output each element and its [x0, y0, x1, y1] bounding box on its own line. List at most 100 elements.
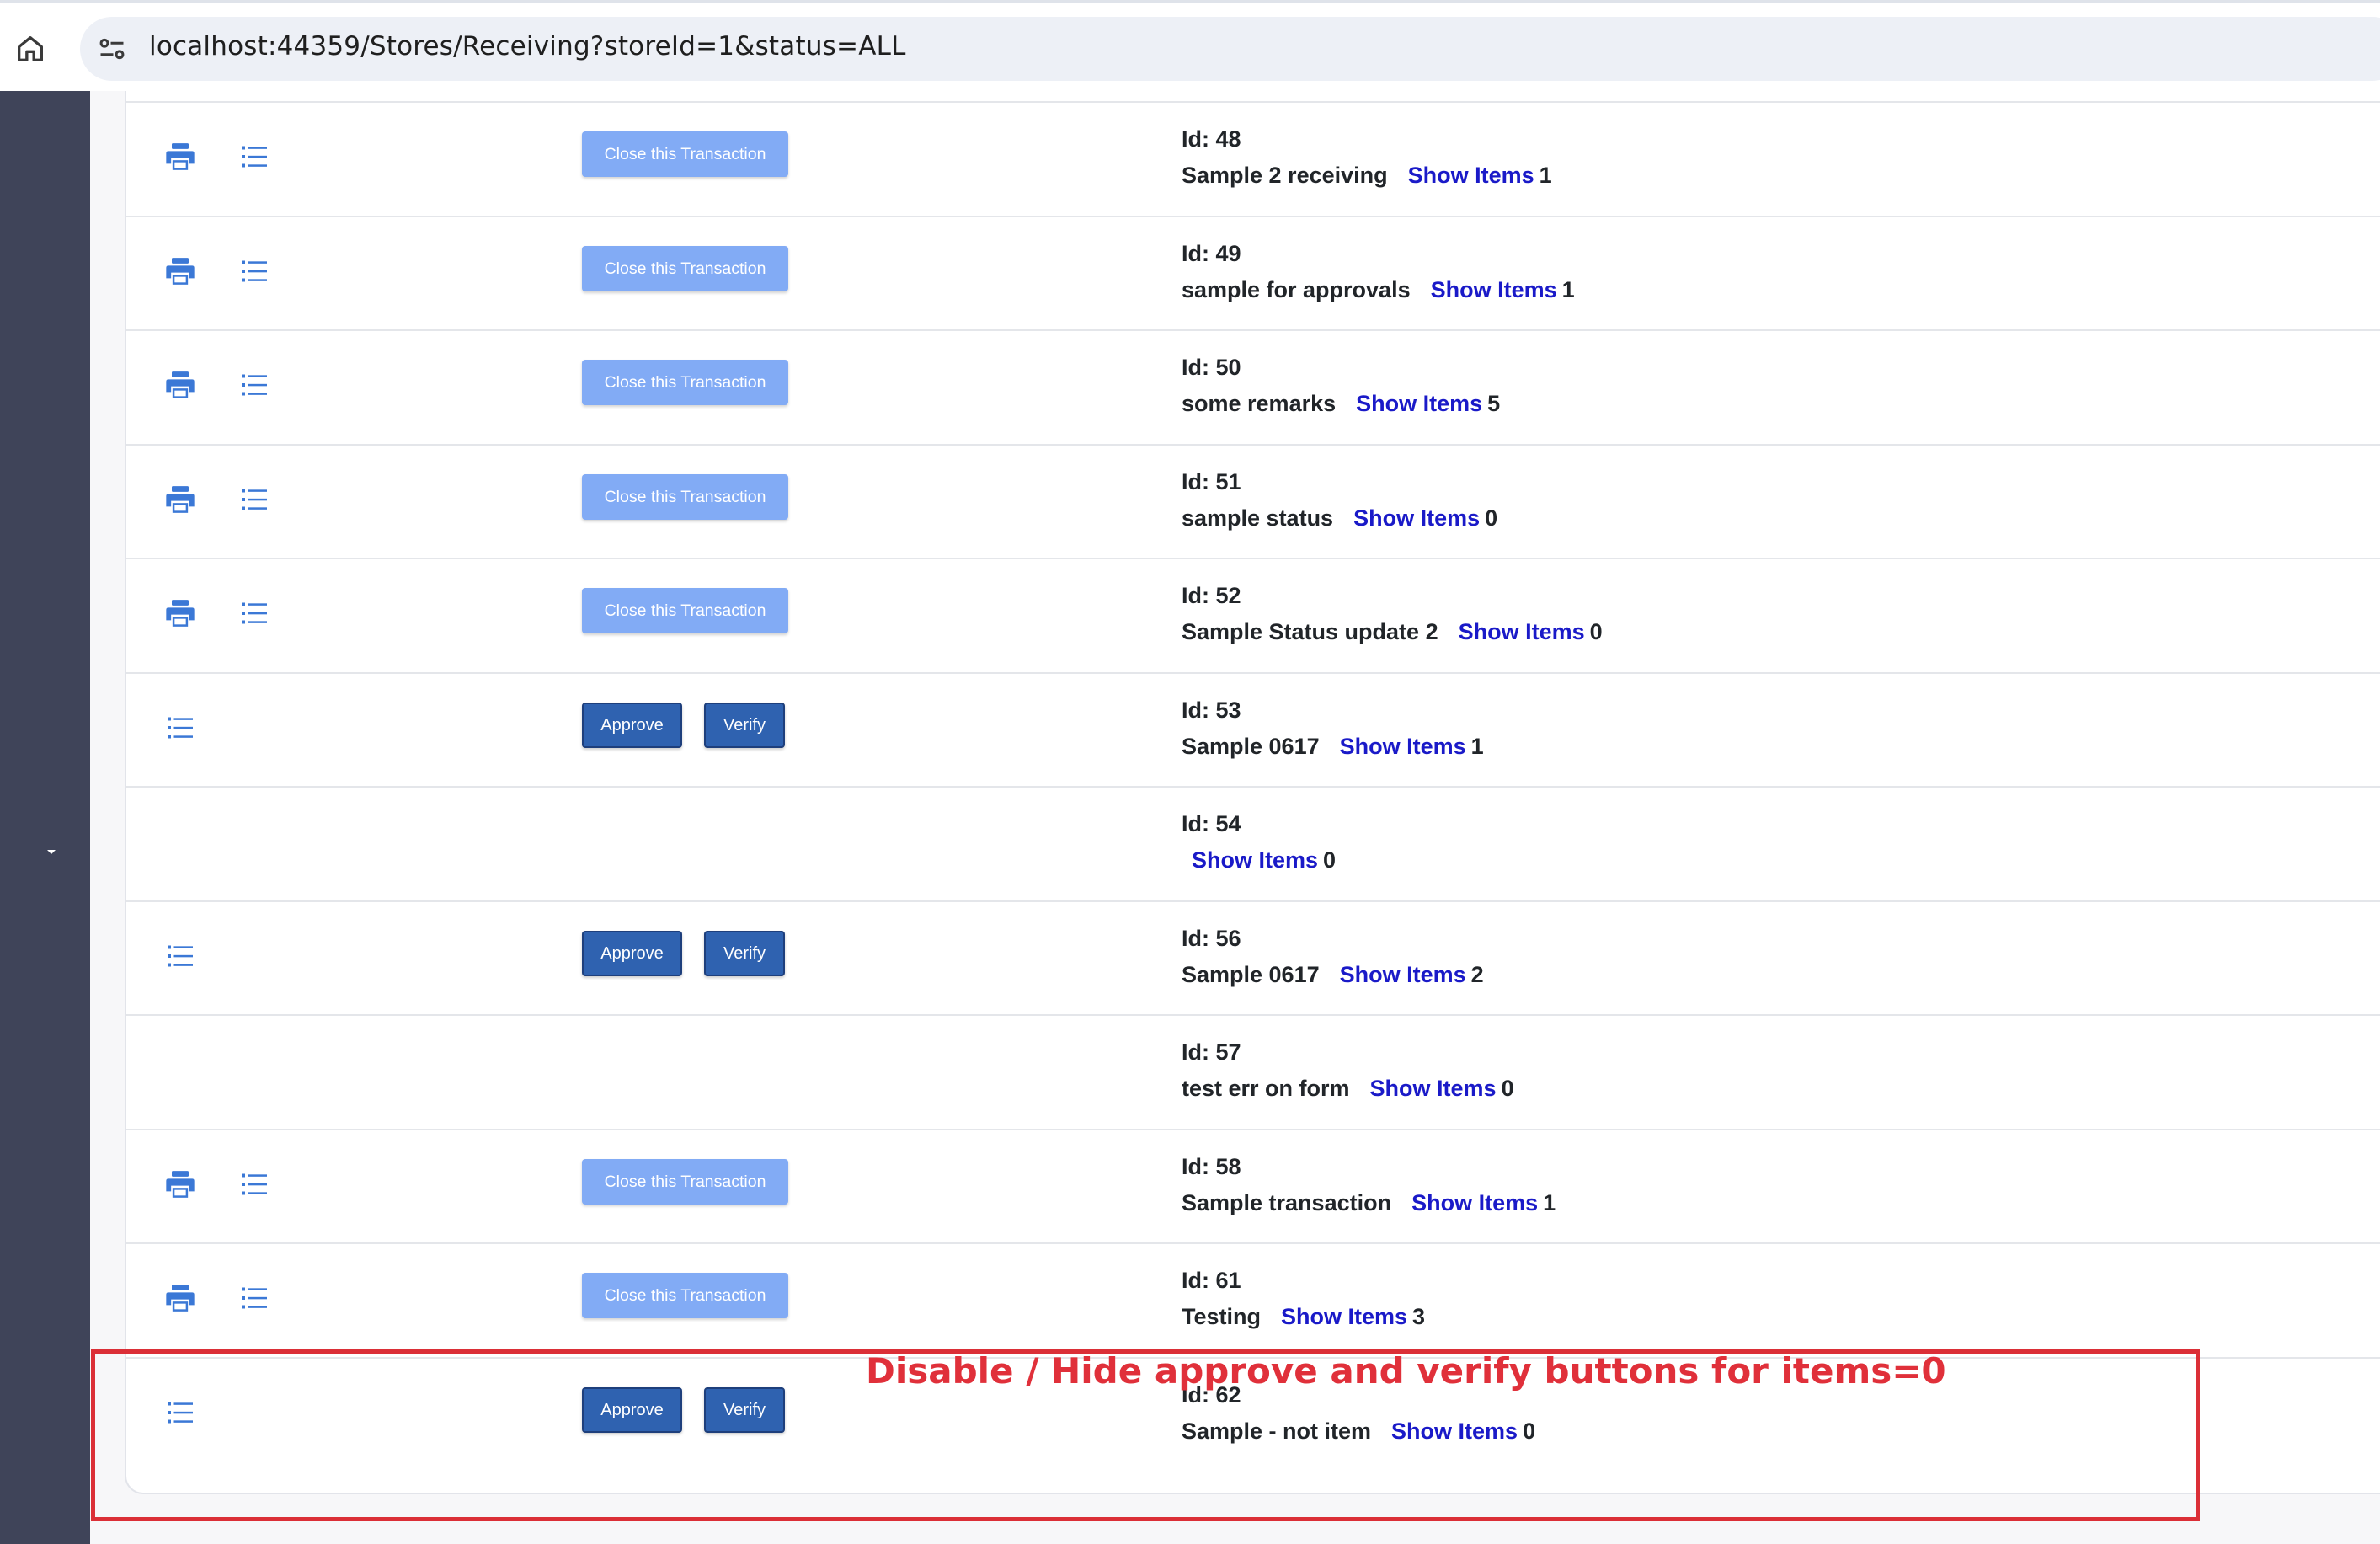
- show-items-link[interactable]: Show Items: [1459, 619, 1585, 644]
- transaction-details: Sample 2 receiving Show Items 1: [1182, 161, 1552, 190]
- transaction-info: Id: 53 Sample 0617 Show Items 1: [1182, 696, 1484, 761]
- id-value: 50: [1215, 355, 1241, 380]
- transaction-id: Id: 52: [1182, 581, 1603, 610]
- transaction-remarks: sample for approvals: [1182, 277, 1411, 302]
- transaction-remarks: test err on form: [1182, 1076, 1350, 1101]
- transaction-row: Approve Verify Id: 56 Sample 0617 Show Items…: [126, 900, 2380, 1014]
- item-count: 1: [1561, 277, 1575, 302]
- transaction-details: Sample Status update 2 Show Items 0: [1182, 617, 1603, 646]
- close-transaction-button[interactable]: Close this Transaction: [582, 588, 788, 633]
- id-value: 54: [1215, 811, 1241, 836]
- transaction-id: Id: 51: [1182, 467, 1497, 496]
- id-label: Id:: [1182, 583, 1209, 608]
- item-count: 1: [1543, 1190, 1556, 1215]
- show-items-link[interactable]: Show Items: [1356, 391, 1482, 416]
- id-label: Id:: [1182, 1268, 1209, 1293]
- transaction-id: Id: 50: [1182, 353, 1500, 382]
- transaction-info: Id: 58 Sample transaction Show Items 1: [1182, 1152, 1556, 1217]
- transaction-remarks: Sample transaction: [1182, 1190, 1392, 1215]
- transaction-info: Id: 57 test err on form Show Items 0: [1182, 1038, 1514, 1103]
- list-icon[interactable]: [237, 1281, 271, 1315]
- approve-button[interactable]: Approve: [582, 931, 682, 976]
- transaction-remarks: Sample 0617: [1182, 962, 1320, 987]
- id-label: Id:: [1182, 126, 1209, 152]
- list-icon[interactable]: [237, 368, 271, 402]
- transaction-info: Id: 50 some remarks Show Items 5: [1182, 353, 1500, 418]
- transaction-id: Id: 58: [1182, 1152, 1556, 1181]
- id-label: Id:: [1182, 241, 1209, 266]
- printer-icon[interactable]: [163, 368, 197, 402]
- show-items-link[interactable]: Show Items: [1431, 277, 1557, 302]
- transaction-remarks: sample status: [1182, 505, 1334, 531]
- list-icon[interactable]: [163, 939, 197, 973]
- id-value: 51: [1215, 469, 1241, 494]
- home-icon[interactable]: [13, 32, 47, 66]
- list-icon[interactable]: [237, 483, 271, 516]
- transaction-details: Show Items 0: [1182, 846, 1336, 874]
- transaction-row: Close this Transaction Id: 61 Testing Show …: [126, 1242, 2380, 1356]
- transaction-remarks: Testing: [1182, 1304, 1261, 1329]
- show-items-link[interactable]: Show Items: [1408, 163, 1534, 188]
- id-value: 53: [1215, 697, 1241, 723]
- transaction-id: Id: 48: [1182, 125, 1552, 153]
- list-icon[interactable]: [163, 711, 197, 745]
- id-value: 52: [1215, 583, 1241, 608]
- caret-down-icon[interactable]: [44, 846, 59, 857]
- site-settings-icon[interactable]: [97, 34, 127, 64]
- transaction-info: Id: 49 sample for approvals Show Items 1: [1182, 239, 1575, 304]
- item-count: 0: [1485, 505, 1498, 531]
- close-transaction-button[interactable]: Close this Transaction: [582, 1159, 788, 1205]
- id-label: Id:: [1182, 355, 1209, 380]
- list-icon[interactable]: [237, 140, 271, 174]
- transaction-info: Id: 51 sample status Show Items 0: [1182, 467, 1497, 532]
- list-icon[interactable]: [237, 596, 271, 630]
- show-items-link[interactable]: Show Items: [1340, 734, 1466, 759]
- transaction-row: Close this Transaction Id: 50 some remarks…: [126, 329, 2380, 443]
- list-icon[interactable]: [237, 254, 271, 288]
- show-items-link[interactable]: Show Items: [1411, 1190, 1538, 1215]
- show-items-link[interactable]: Show Items: [1281, 1304, 1407, 1329]
- close-transaction-button[interactable]: Close this Transaction: [582, 1273, 788, 1318]
- printer-icon[interactable]: [163, 1167, 197, 1201]
- transaction-id: Id: 57: [1182, 1038, 1514, 1066]
- transaction-row: Approve Verify Id: 53 Sample 0617 Show Items…: [126, 672, 2380, 786]
- close-transaction-button[interactable]: Close this Transaction: [582, 474, 788, 520]
- printer-icon[interactable]: [163, 1281, 197, 1315]
- show-items-link[interactable]: Show Items: [1340, 962, 1466, 987]
- show-items-link[interactable]: Show Items: [1353, 505, 1480, 531]
- printer-icon[interactable]: [163, 596, 197, 630]
- transaction-remarks: Sample 2 receiving: [1182, 163, 1388, 188]
- verify-button[interactable]: Verify: [704, 703, 785, 748]
- sidebar: [0, 91, 90, 1544]
- id-label: Id:: [1182, 1039, 1209, 1065]
- printer-icon[interactable]: [163, 254, 197, 288]
- printer-icon[interactable]: [163, 483, 197, 516]
- item-count: 0: [1589, 619, 1603, 644]
- transaction-details: Sample transaction Show Items 1: [1182, 1189, 1556, 1217]
- transaction-remarks: Sample Status update 2: [1182, 619, 1438, 644]
- close-transaction-button[interactable]: Close this Transaction: [582, 131, 788, 177]
- address-url[interactable]: localhost:44359/Stores/Receiving?storeId…: [149, 31, 906, 61]
- address-bar[interactable]: localhost:44359/Stores/Receiving?storeId…: [80, 17, 2380, 81]
- printer-icon[interactable]: [163, 140, 197, 174]
- list-icon[interactable]: [237, 1167, 271, 1201]
- transaction-row: Close this Transaction Id: 51 sample statu…: [126, 444, 2380, 558]
- item-count: 1: [1539, 163, 1552, 188]
- transaction-info: Id: 52 Sample Status update 2 Show Items 0: [1182, 581, 1603, 646]
- approve-button[interactable]: Approve: [582, 703, 682, 748]
- show-items-link[interactable]: Show Items: [1370, 1076, 1497, 1101]
- item-count: 2: [1470, 962, 1484, 987]
- show-items-link[interactable]: Show Items: [1192, 847, 1318, 873]
- transaction-row: Close this Transaction Id: 52 Sample Statu…: [126, 558, 2380, 671]
- annotation-text: Disable / Hide approve and verify button…: [866, 1350, 1946, 1392]
- id-value: 56: [1215, 926, 1241, 951]
- transaction-details: sample status Show Items 0: [1182, 504, 1497, 532]
- close-transaction-button[interactable]: Close this Transaction: [582, 246, 788, 291]
- id-value: 57: [1215, 1039, 1241, 1065]
- transaction-details: sample for approvals Show Items 1: [1182, 275, 1575, 304]
- id-value: 49: [1215, 241, 1241, 266]
- close-transaction-button[interactable]: Close this Transaction: [582, 360, 788, 405]
- verify-button[interactable]: Verify: [704, 931, 785, 976]
- id-label: Id:: [1182, 1154, 1209, 1179]
- transaction-id: Id: 61: [1182, 1266, 1425, 1295]
